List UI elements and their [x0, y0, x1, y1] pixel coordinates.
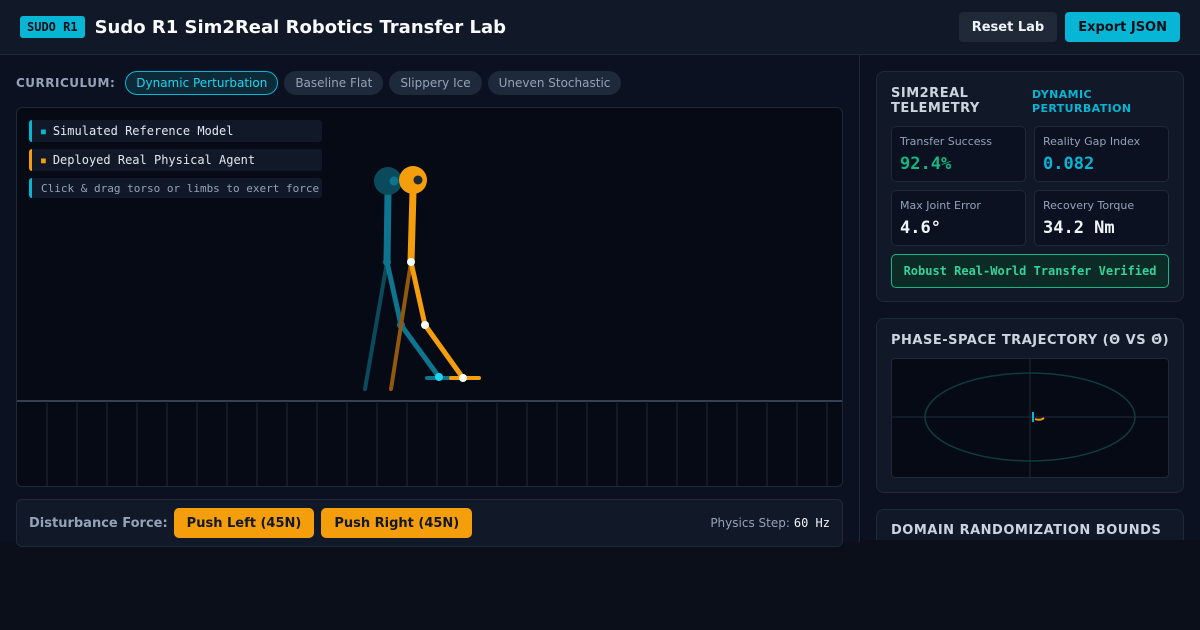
simulation-viewport[interactable]: ■ Simulated Reference Model ■ Deployed R… — [16, 107, 843, 487]
metric-label: Reality Gap Index — [1043, 135, 1141, 148]
real-shin[interactable] — [422, 322, 466, 381]
metric-label: Max Joint Error — [900, 199, 981, 212]
legend-real-label: Deployed Real Physical Agent — [52, 153, 256, 167]
phase-space-card: PHASE-SPACE TRAJECTORY (Θ VS Θ̇) — [876, 318, 1184, 493]
metric-transfer-success: Transfer Success 92.4% — [891, 126, 1026, 182]
real-torso[interactable] — [407, 188, 417, 266]
top-actions: Reset Lab Export JSON — [958, 12, 1180, 42]
transfer-status-badge: Robust Real-World Transfer Verified — [891, 254, 1169, 288]
metric-reality-gap: Reality Gap Index 0.082 — [1034, 126, 1169, 182]
real-back-leg[interactable] — [389, 260, 413, 391]
drag-hint: Click & drag torso or limbs to exert for… — [29, 178, 322, 198]
legend-sim-model: ■ Simulated Reference Model — [29, 120, 322, 142]
physics-step-value: 60 Hz — [793, 516, 830, 530]
metric-max-joint-error: Max Joint Error 4.6° — [891, 190, 1026, 246]
push-right-button[interactable]: Push Right (45N) — [321, 508, 473, 538]
real-thigh[interactable] — [408, 259, 428, 328]
main-panel: CURRICULUM: Dynamic Perturbation Baselin… — [0, 55, 860, 547]
metric-label: Transfer Success — [900, 135, 993, 148]
telemetry-title: SIM2REAL TELEMETRY — [891, 86, 980, 116]
top-bar: SUDO R1 Sudo R1 Sim2Real Robotics Transf… — [0, 0, 1200, 55]
curriculum-option-slippery-ice[interactable]: Slippery Ice — [389, 71, 482, 95]
metric-value: 4.6° — [900, 218, 941, 238]
real-physical-robot[interactable] — [389, 166, 481, 391]
domain-randomization-card: DOMAIN RANDOMIZATION BOUNDS — [876, 509, 1184, 540]
sim-sensor — [389, 176, 399, 186]
real-head[interactable] — [399, 166, 427, 194]
sim-hip-joint[interactable] — [383, 258, 391, 266]
sim-torso[interactable] — [383, 188, 392, 266]
phase-space-plot — [891, 358, 1169, 478]
phase-space-title: PHASE-SPACE TRAJECTORY (Θ VS Θ̇) — [891, 333, 1170, 348]
phase-space-canvas — [892, 359, 1168, 477]
telemetry-mode-tag: DYNAMIC PERTURBATION — [1032, 88, 1132, 115]
physics-step: Physics Step: 60 Hz — [710, 516, 830, 530]
curriculum-option-baseline-flat[interactable]: Baseline Flat — [284, 71, 384, 95]
curriculum-option-uneven-stochastic[interactable]: Uneven Stochastic — [487, 71, 622, 95]
physics-step-label: Physics Step: — [710, 516, 790, 530]
domain-randomization-title: DOMAIN RANDOMIZATION BOUNDS — [891, 523, 1162, 538]
metric-label: Recovery Torque — [1043, 199, 1135, 212]
curriculum-label: CURRICULUM: — [16, 76, 116, 90]
disturbance-label: Disturbance Force: — [29, 515, 168, 531]
real-sensor — [413, 175, 423, 185]
export-json-button[interactable]: Export JSON — [1065, 12, 1180, 42]
legend-real-agent: ■ Deployed Real Physical Agent — [29, 149, 322, 171]
sidebar: SIM2REAL TELEMETRY DYNAMIC PERTURBATION … — [861, 55, 1200, 540]
sim-ankle-joint[interactable] — [435, 373, 443, 381]
ground-grid — [17, 400, 842, 486]
metric-value: 34.2 Nm — [1043, 218, 1115, 238]
phase-real-trace — [1034, 417, 1045, 421]
sim-back-leg[interactable] — [363, 260, 389, 391]
app-title: Sudo R1 Sim2Real Robotics Transfer Lab — [94, 16, 507, 38]
curriculum-option-dynamic-perturbation[interactable]: Dynamic Perturbation — [125, 71, 279, 95]
disturbance-panel: Disturbance Force: Push Left (45N) Push … — [16, 499, 843, 547]
reset-lab-button[interactable]: Reset Lab — [958, 12, 1058, 42]
metric-value: 0.082 — [1043, 154, 1095, 174]
metric-recovery-torque: Recovery Torque 34.2 Nm — [1034, 190, 1169, 246]
real-knee-joint[interactable] — [421, 321, 429, 329]
push-left-button[interactable]: Push Left (45N) — [173, 508, 315, 538]
real-ankle-joint[interactable] — [459, 374, 467, 382]
telemetry-card: SIM2REAL TELEMETRY DYNAMIC PERTURBATION … — [876, 71, 1184, 302]
real-legend-swatch-icon: ■ — [41, 155, 46, 165]
metric-value: 92.4% — [900, 154, 952, 174]
legend-sim-label: Simulated Reference Model — [52, 124, 234, 138]
sim-legend-swatch-icon: ■ — [41, 126, 46, 136]
sim-thigh[interactable] — [384, 259, 404, 328]
real-hip-joint[interactable] — [407, 258, 415, 266]
curriculum-selector: CURRICULUM: Dynamic Perturbation Baselin… — [16, 71, 622, 95]
brand-badge: SUDO R1 — [20, 16, 85, 38]
